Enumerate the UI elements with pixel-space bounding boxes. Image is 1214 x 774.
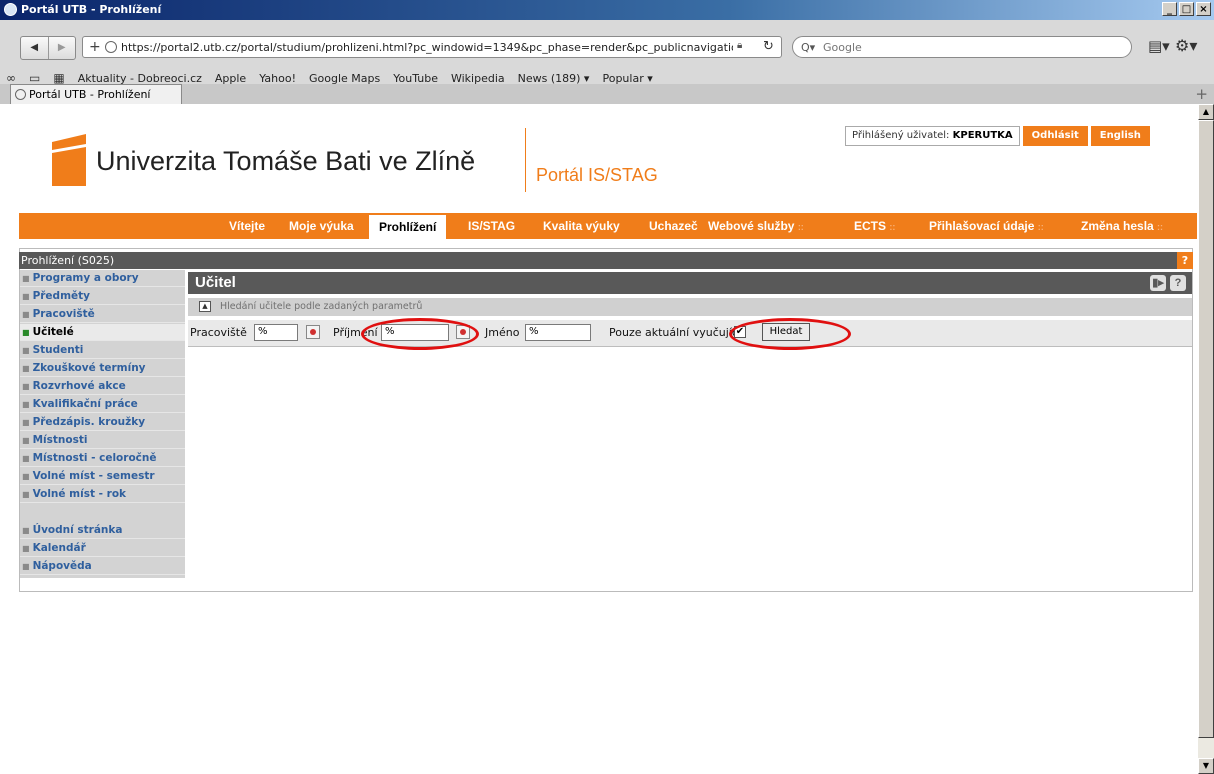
tab-globe-icon — [15, 89, 26, 100]
current-only-label: Pouze aktuální vyučující — [609, 326, 741, 339]
pracoviste-label: Pracoviště — [190, 326, 247, 339]
content-title-bar: Učitel ▮▸ ? — [188, 272, 1192, 294]
bookmark-item[interactable]: Popular ▾ — [602, 72, 652, 85]
bookmark-item[interactable]: Apple — [215, 72, 246, 85]
nav-vitejte[interactable]: Vítejte — [229, 213, 265, 239]
add-bookmark-icon[interactable]: + — [89, 39, 101, 55]
grid-icon[interactable]: ▦ — [53, 71, 64, 85]
sidebar-item-ucitele[interactable]: ■ Učitelé — [20, 324, 185, 341]
prijmeni-label: Příjmení — [333, 326, 378, 339]
nav-prohlizeni[interactable]: Prohlížení — [369, 215, 447, 239]
panel-header: Prohlížení (S025) ? — [19, 252, 1193, 269]
nav-zmena-hesla[interactable]: Změna hesla :: — [1081, 213, 1163, 239]
sidebar-item-rozvrhove-akce[interactable]: ■ Rozvrhové akce — [20, 378, 185, 395]
pracoviste-picker-icon[interactable] — [306, 325, 320, 339]
prijmeni-picker-icon[interactable] — [456, 325, 470, 339]
sidebar-item-volne-rok[interactable]: ■ Volné míst - rok — [20, 486, 185, 503]
page-title: Učitel — [195, 274, 236, 291]
book-icon[interactable]: ▭ — [29, 71, 40, 85]
sidebar-item-predmety[interactable]: ■ Předměty — [20, 288, 185, 305]
bookmark-item[interactable]: YouTube — [393, 72, 438, 85]
current-only-checkbox[interactable]: ✔ — [734, 326, 746, 338]
lock-icon: 🔒︎ — [737, 40, 743, 51]
language-button[interactable]: English — [1090, 126, 1150, 146]
search-panel-title: Hledání učitele podle zadaných parametrů — [220, 301, 423, 312]
header-separator — [525, 128, 526, 192]
sidebar-item-predzapis[interactable]: ■ Předzápis. kroužky — [20, 414, 185, 431]
collapse-icon[interactable]: ▲ — [199, 301, 211, 312]
maximize-button[interactable]: □ — [1179, 2, 1194, 16]
sidebar-item-uvodni-stranka[interactable]: ■ Úvodní stránka — [20, 522, 185, 539]
nav-webove-sluzby[interactable]: Webové služby :: — [708, 213, 804, 239]
scroll-down-icon[interactable]: ▼ — [1198, 758, 1214, 774]
sidebar-item-studenti[interactable]: ■ Studenti — [20, 342, 185, 359]
portal-name: Portál IS/STAG — [536, 165, 658, 185]
tab-bar: Portál UTB - Prohlížení + — [0, 84, 1214, 104]
bookmark-item[interactable]: Aktuality - Dobreoci.cz — [78, 72, 202, 85]
pracoviste-input[interactable]: % — [254, 324, 298, 341]
minimize-button[interactable]: _ — [1162, 2, 1177, 16]
scroll-up-icon[interactable]: ▲ — [1198, 104, 1214, 120]
sidebar-item-kalendar[interactable]: ■ Kalendář — [20, 540, 185, 557]
search-panel-header: ▲ Hledání učitele podle zadaných paramet… — [188, 298, 1192, 316]
search-box[interactable]: Q▾ — [792, 36, 1132, 58]
bookmark-item[interactable]: Google Maps — [309, 72, 380, 85]
help-icon[interactable]: ? — [1177, 252, 1193, 269]
nav-buttons: ◀ ▶ — [20, 36, 76, 60]
logout-button[interactable]: Odhlásit — [1022, 126, 1088, 146]
sidebar-item-kvalifikacni-prace[interactable]: ■ Kvalifikační práce — [20, 396, 185, 413]
sidebar-item-programy[interactable]: ■ Programy a obory — [20, 270, 185, 287]
browser-tab[interactable]: Portál UTB - Prohlížení — [10, 84, 182, 104]
nav-kvalita-vyuky[interactable]: Kvalita výuky — [543, 213, 620, 239]
sidebar-item-mistnosti-celorocne[interactable]: ■ Místnosti - celoročně — [20, 450, 185, 467]
logged-user: Přihlášený uživatel: KPERUTKA — [845, 126, 1020, 146]
expand-icon[interactable]: ▮▸ — [1150, 275, 1166, 291]
university-name[interactable]: Univerzita Tomáše Bati ve Zlíně — [96, 146, 475, 177]
site-globe-icon — [105, 41, 117, 53]
reader-icon[interactable]: ∞ — [6, 71, 16, 85]
bookmark-item[interactable]: News (189) ▾ — [518, 72, 590, 85]
main-navigation: Vítejte Moje výuka Prohlížení IS/STAG Kv… — [19, 213, 1197, 239]
user-box: Přihlášený uživatel: KPERUTKA Odhlásit E… — [845, 126, 1150, 146]
search-icon: Q▾ — [801, 41, 816, 54]
sidebar-item-mistnosti[interactable]: ■ Místnosti — [20, 432, 185, 449]
sidebar-item-volne-semestr[interactable]: ■ Volné míst - semestr — [20, 468, 185, 485]
scroll-thumb[interactable] — [1198, 120, 1214, 738]
nav-uchazec[interactable]: Uchazeč — [649, 213, 698, 239]
vertical-scrollbar[interactable]: ▲ ▼ — [1198, 104, 1214, 774]
browser-app-icon — [4, 3, 17, 16]
nav-isstag[interactable]: IS/STAG — [468, 213, 515, 239]
sidebar-item-napoveda[interactable]: ■ Nápověda — [20, 558, 185, 575]
window-title: Portál UTB - Prohlížení — [21, 3, 162, 16]
url-text[interactable]: https://portal2.utb.cz/portal/studium/pr… — [121, 41, 733, 54]
panel-title: Prohlížení (S025) — [21, 254, 115, 267]
nav-moje-vyuka[interactable]: Moje výuka — [289, 213, 354, 239]
page-menu-icon[interactable]: ▤▾ — [1148, 37, 1170, 55]
user-name: KPERUTKA — [952, 130, 1013, 141]
bookmark-item[interactable]: Yahoo! — [259, 72, 296, 85]
reload-icon[interactable]: ↻ — [763, 39, 774, 54]
content-help-icon[interactable]: ? — [1170, 275, 1186, 291]
jmeno-input[interactable]: % — [525, 324, 591, 341]
gear-icon[interactable]: ⚙▾ — [1175, 36, 1197, 55]
window-title-bar: Portál UTB - Prohlížení _ □ × — [0, 0, 1214, 20]
search-form: Pracoviště % Příjmení % Jméno % Pouze ak… — [188, 320, 1192, 347]
address-bar[interactable]: + https://portal2.utb.cz/portal/studium/… — [82, 36, 782, 58]
close-button[interactable]: × — [1196, 2, 1211, 16]
bookmark-item[interactable]: Wikipedia — [451, 72, 505, 85]
sidebar-item-zkouskove-terminy[interactable]: ■ Zkouškové termíny — [20, 360, 185, 377]
search-button[interactable]: Hledat — [762, 323, 810, 341]
sidebar-item-pracoviste[interactable]: ■ Pracoviště — [20, 306, 185, 323]
forward-icon[interactable]: ▶ — [47, 37, 76, 59]
prijmeni-input[interactable]: % — [381, 324, 449, 341]
nav-ects[interactable]: ECTS :: — [854, 213, 895, 239]
utb-logo-icon — [52, 134, 86, 186]
search-input[interactable] — [821, 40, 1125, 55]
tab-title: Portál UTB - Prohlížení — [29, 88, 151, 101]
jmeno-label: Jméno — [485, 326, 520, 339]
nav-prihlasovaci-udaje[interactable]: Přihlašovací údaje :: — [929, 213, 1044, 239]
new-tab-icon[interactable]: + — [1195, 85, 1208, 103]
back-icon[interactable]: ◀ — [21, 37, 48, 59]
sidebar: ■ Programy a obory ■ Předměty ■ Pracoviště … — [20, 270, 185, 578]
